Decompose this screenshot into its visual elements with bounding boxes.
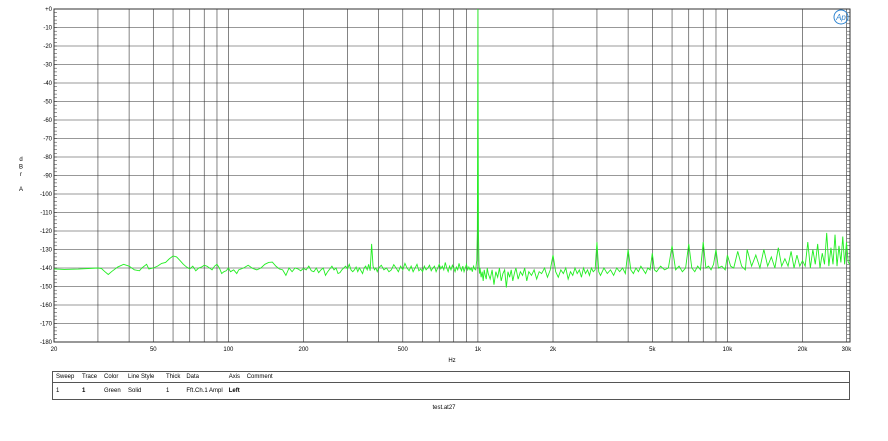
legend-header-line-style: Line Style	[125, 371, 163, 383]
y-tick-label: -110	[40, 211, 52, 217]
ap-logo: Ap	[833, 9, 849, 25]
legend-header-comment: Comment	[243, 371, 850, 383]
legend-row: 1 1 Green Solid 1 Fft.Ch.1 Ampl Left	[53, 383, 850, 400]
x-tick-label: 30k	[842, 347, 853, 353]
y-tick-label: -60	[43, 118, 52, 124]
x-tick-label: 200	[298, 347, 309, 353]
y-tick-label: -180	[40, 340, 53, 346]
legend-header-sweep: Sweep	[52, 371, 79, 383]
y-axis-label-char: A	[19, 187, 23, 193]
y-axis-label-char: d	[19, 157, 22, 163]
legend-cell-data: Fft.Ch.1 Ampl	[186, 388, 223, 394]
x-axis-label: Hz	[448, 358, 455, 364]
x-tick-label: 5k	[649, 347, 656, 353]
y-axis-label: dBr A	[19, 157, 23, 193]
x-tick-label: 1k	[475, 347, 482, 353]
y-tick-label: +0	[45, 7, 53, 13]
legend-header-thick: Thick	[163, 371, 184, 383]
x-tick-label: 20k	[798, 347, 809, 353]
y-tick-label: -170	[40, 322, 53, 328]
y-tick-label: -100	[40, 192, 53, 198]
legend-cell-thick: 1	[166, 388, 170, 394]
legend-cell-color: Green	[104, 388, 121, 394]
y-tick-label: -40	[43, 81, 52, 87]
x-tick-label: 20	[51, 347, 58, 353]
x-tick-label: 50	[150, 347, 157, 353]
y-tick-label: -120	[40, 229, 53, 235]
legend-header-axis: Axis	[225, 371, 244, 383]
legend-cell-axis: Left	[228, 388, 240, 394]
fft-chart: +0 -10 -20 -30 -40 -50 -60 -70 -80 -90 -100 -110 -12…	[19, 7, 853, 364]
legend-cell-comment	[244, 383, 850, 400]
legend-cell-trace: 1	[82, 388, 86, 394]
y-tick-label: -20	[43, 44, 52, 50]
y-tick-label: -80	[43, 155, 52, 161]
x-tick-label: 10k	[723, 347, 734, 353]
y-tick-label: -160	[40, 303, 53, 309]
legend-cell-line-style: Solid	[128, 388, 142, 394]
file-name: test.at27	[432, 405, 456, 411]
y-tick-label: -10	[43, 26, 52, 32]
x-axis: 20 50 100 200 500 1k 2k 5k 10k 20k 30k	[51, 347, 853, 353]
y-tick-label: -140	[40, 266, 53, 272]
legend-header-color: Color	[101, 371, 125, 383]
legend-header-trace: Trace	[79, 371, 101, 383]
ap-logo-text: Ap	[835, 13, 846, 22]
y-tick-label: -150	[40, 285, 53, 291]
y-tick-label: -30	[43, 63, 52, 69]
y-tick-label: -70	[43, 137, 52, 143]
y-axis-label-char: r	[20, 172, 22, 178]
x-tick-label: 100	[223, 347, 234, 353]
y-tick-label: -130	[40, 248, 53, 254]
y-axis-label-char: B	[19, 165, 23, 171]
legend-header-row: Sweep Trace Color Line Style Thick Data …	[52, 371, 850, 383]
x-tick-label: 500	[398, 347, 409, 353]
y-tick-label: -90	[43, 174, 52, 180]
legend-header-data: Data	[183, 371, 226, 383]
y-axis: +0 -10 -20 -30 -40 -50 -60 -70 -80 -90 -100 -110 -12…	[40, 7, 53, 346]
x-tick-label: 2k	[550, 347, 557, 353]
legend-cell-sweep: 1	[56, 388, 60, 394]
legend-table: Sweep Trace Color Line Style Thick Data …	[52, 371, 850, 400]
y-tick-label: -50	[43, 100, 52, 106]
